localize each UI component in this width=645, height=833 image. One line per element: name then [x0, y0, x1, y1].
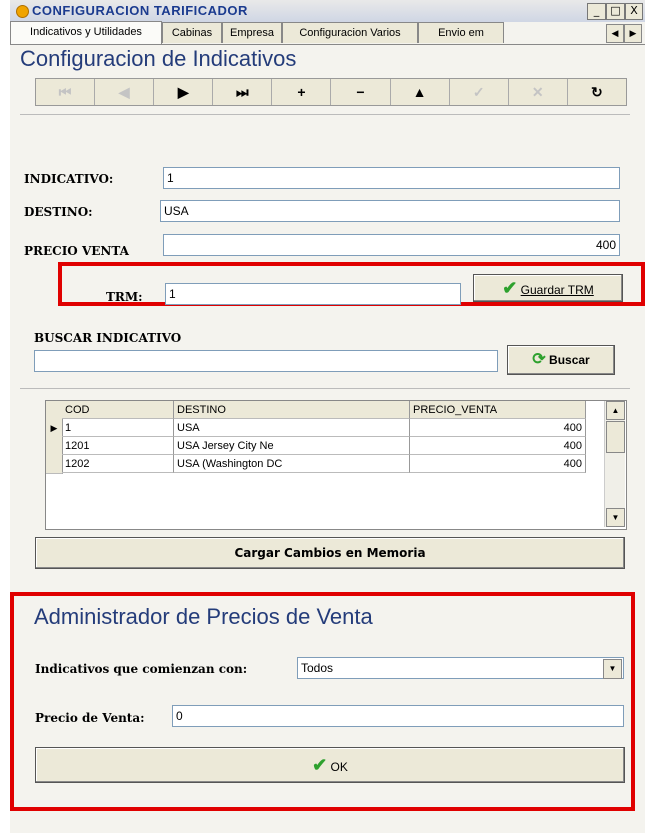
grid-vertical-scrollbar[interactable]: ▲ ▼ — [604, 401, 625, 527]
tab-scroll-right-button[interactable]: ▶ — [624, 24, 642, 43]
tab-strip: Indicativos y Utilidades Cabinas Empresa… — [10, 21, 645, 45]
row-indicator — [46, 437, 63, 456]
post-icon[interactable]: ✓ — [450, 79, 509, 105]
next-icon[interactable]: ▶ — [154, 79, 214, 105]
table-cell[interactable]: 1 — [62, 419, 174, 437]
chevron-down-icon[interactable]: ▼ — [603, 659, 622, 679]
ok-label: OK — [330, 760, 348, 774]
app-icon — [16, 5, 29, 18]
table-cell[interactable]: USA — [174, 419, 410, 437]
check-icon: ✔ — [502, 278, 518, 298]
buscar-button[interactable]: ⟳ Buscar — [507, 345, 615, 375]
table-cell[interactable]: 1201 — [62, 437, 174, 455]
tab-envio[interactable]: Envio em — [418, 22, 504, 43]
precio-de-venta-field[interactable]: 0 — [172, 705, 624, 727]
tab-empresa[interactable]: Empresa — [222, 22, 282, 43]
precio-de-venta-label: Precio de Venta: — [35, 711, 145, 725]
divider — [20, 114, 630, 115]
divider — [20, 388, 630, 389]
buscar-indicativo-label: BUSCAR INDICATIVO — [34, 331, 182, 345]
indicativos-prefix-label: Indicativos que comienzan con: — [35, 662, 248, 676]
table-cell[interactable]: 1202 — [62, 455, 174, 473]
column-header-destino[interactable]: DESTINO — [174, 401, 410, 419]
cancel-icon[interactable]: ✕ — [509, 79, 568, 105]
indicativos-grid[interactable]: COD DESTINO PRECIO_VENTA ▶ 1 USA 400 120… — [45, 400, 627, 530]
table-cell[interactable]: USA (Washington DC — [174, 455, 410, 473]
minimize-button[interactable]: _ — [587, 3, 606, 20]
section-title-indicativos: Configuracion de Indicativos — [20, 46, 297, 71]
tab-indicativos-utilidades[interactable]: Indicativos y Utilidades — [10, 21, 162, 44]
indicativos-prefix-select[interactable]: Todos ▼ — [297, 657, 624, 679]
indicativo-field[interactable]: 1 — [163, 167, 620, 189]
guardar-trm-button[interactable]: ✔ Guardar TRM — [473, 274, 623, 302]
trm-label: TRM: — [106, 290, 143, 304]
ok-button[interactable]: ✔ OK — [35, 747, 625, 783]
section-title-precios: Administrador de Precios de Venta — [34, 604, 373, 629]
insert-icon[interactable]: + — [272, 79, 332, 105]
cargar-cambios-button[interactable]: Cargar Cambios en Memoria — [35, 537, 625, 569]
trm-field[interactable]: 1 — [165, 283, 461, 305]
edit-icon[interactable]: ▲ — [391, 79, 450, 105]
refresh-icon[interactable]: ↻ — [568, 79, 626, 105]
title-bar: CONFIGURACION TARIFICADOR _ □ X — [10, 0, 645, 22]
table-cell[interactable]: 400 — [410, 455, 586, 473]
table-cell[interactable]: 400 — [410, 419, 586, 437]
maximize-button[interactable]: □ — [606, 3, 625, 20]
grid-corner — [46, 401, 63, 420]
window-title: CONFIGURACION TARIFICADOR — [32, 3, 248, 18]
scroll-down-icon[interactable]: ▼ — [606, 508, 625, 527]
indicativos-prefix-value: Todos — [301, 661, 334, 675]
column-header-cod[interactable]: COD — [62, 401, 174, 419]
prior-icon[interactable]: ◀ — [95, 79, 155, 105]
buscar-label: Buscar — [549, 353, 590, 367]
table-cell[interactable]: 400 — [410, 437, 586, 455]
column-header-precio-venta[interactable]: PRECIO_VENTA — [410, 401, 586, 419]
precio-venta-label: PRECIO VENTA — [24, 244, 129, 258]
destino-field[interactable]: USA — [160, 200, 620, 222]
tab-cabinas[interactable]: Cabinas — [162, 22, 222, 43]
db-navigator: ⏮ ◀ ▶ ⏭ + − ▲ ✓ ✕ ↻ — [35, 78, 627, 106]
tab-scroll-left-button[interactable]: ◀ — [606, 24, 624, 43]
tab-configuracion-varios[interactable]: Configuracion Varios — [282, 22, 418, 43]
scroll-thumb[interactable] — [606, 421, 625, 453]
precio-venta-field[interactable]: 400 — [163, 234, 620, 256]
destino-label: DESTINO: — [24, 205, 93, 219]
indicativo-label: INDICATIVO: — [24, 172, 114, 186]
check-icon: ✔ — [312, 755, 328, 775]
delete-icon[interactable]: − — [331, 79, 391, 105]
last-icon[interactable]: ⏭ — [213, 79, 273, 105]
row-indicator — [46, 455, 63, 474]
guardar-trm-label: Guardar TRM — [520, 283, 594, 297]
refresh-green-icon: ⟳ — [532, 351, 546, 368]
buscar-indicativo-input[interactable] — [34, 350, 498, 372]
scroll-up-icon[interactable]: ▲ — [606, 401, 625, 420]
close-button[interactable]: X — [625, 3, 643, 20]
current-row-indicator: ▶ — [46, 419, 63, 438]
table-cell[interactable]: USA Jersey City Ne — [174, 437, 410, 455]
first-icon[interactable]: ⏮ — [36, 79, 96, 105]
config-window: CONFIGURACION TARIFICADOR _ □ X Indicati… — [10, 0, 645, 833]
